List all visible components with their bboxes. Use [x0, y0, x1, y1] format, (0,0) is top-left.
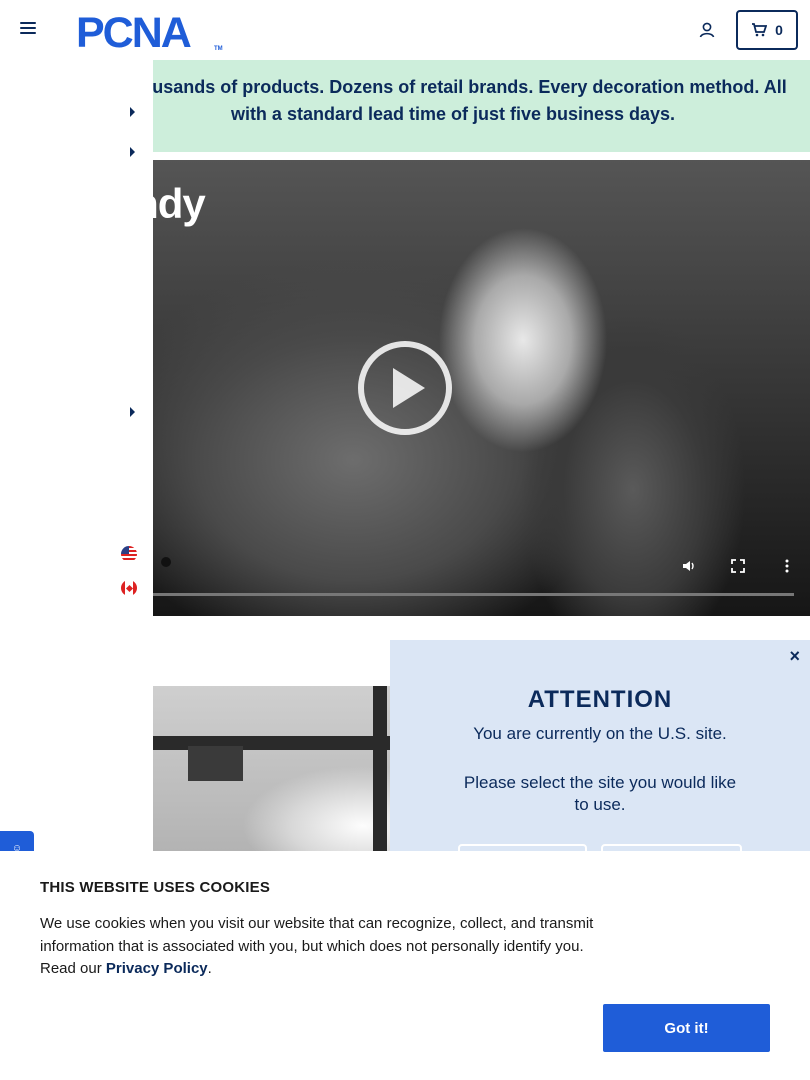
caret-right-icon[interactable] [130, 147, 135, 157]
site-header: PCNA TM 0 [0, 0, 810, 60]
close-icon[interactable]: × [789, 646, 800, 667]
cart-icon [752, 23, 768, 37]
caret-right-icon[interactable] [130, 107, 135, 117]
video-progress-handle[interactable] [161, 557, 171, 567]
more-options-icon[interactable] [779, 558, 795, 574]
cart-button[interactable]: 0 [736, 10, 798, 50]
play-button-icon[interactable] [357, 340, 453, 436]
accept-cookies-button[interactable]: Got it! [603, 1004, 770, 1052]
volume-icon[interactable] [681, 558, 697, 574]
promo-banner: Thousands of products. Dozens of retail … [153, 60, 810, 152]
promo-text: Thousands of products. Dozens of retail … [153, 77, 787, 124]
modal-title: ATTENTION [527, 686, 673, 713]
logo-tm: TM [214, 46, 223, 52]
cookie-suffix: . [207, 960, 212, 977]
cookie-title: THIS WEBSITE USES COOKIES [40, 879, 271, 896]
caret-right-icon[interactable] [130, 407, 135, 417]
modal-prompt: Please select the site you would like to… [463, 773, 737, 814]
us-flag-icon[interactable] [121, 546, 137, 562]
fullscreen-icon[interactable] [730, 558, 746, 574]
canada-flag-icon[interactable] [121, 580, 137, 596]
user-icon[interactable] [698, 21, 716, 39]
video-brand-text: Skullcandy [153, 180, 206, 227]
privacy-policy-link[interactable]: Privacy Policy [106, 960, 208, 977]
pcna-logo[interactable]: PCNA TM [76, 10, 226, 52]
cart-count: 0 [775, 22, 783, 38]
cookie-text: We use cookies when you visit our websit… [40, 913, 600, 981]
video-progress-track[interactable] [153, 593, 794, 596]
video-player[interactable]: Skullcandy [153, 160, 810, 616]
menu-icon[interactable] [20, 22, 36, 36]
cookie-banner: THIS WEBSITE USES COOKIES We use cookies… [0, 851, 810, 1080]
logo-text: PCNA [76, 10, 191, 52]
modal-message: You are currently on the U.S. site. [473, 724, 727, 743]
